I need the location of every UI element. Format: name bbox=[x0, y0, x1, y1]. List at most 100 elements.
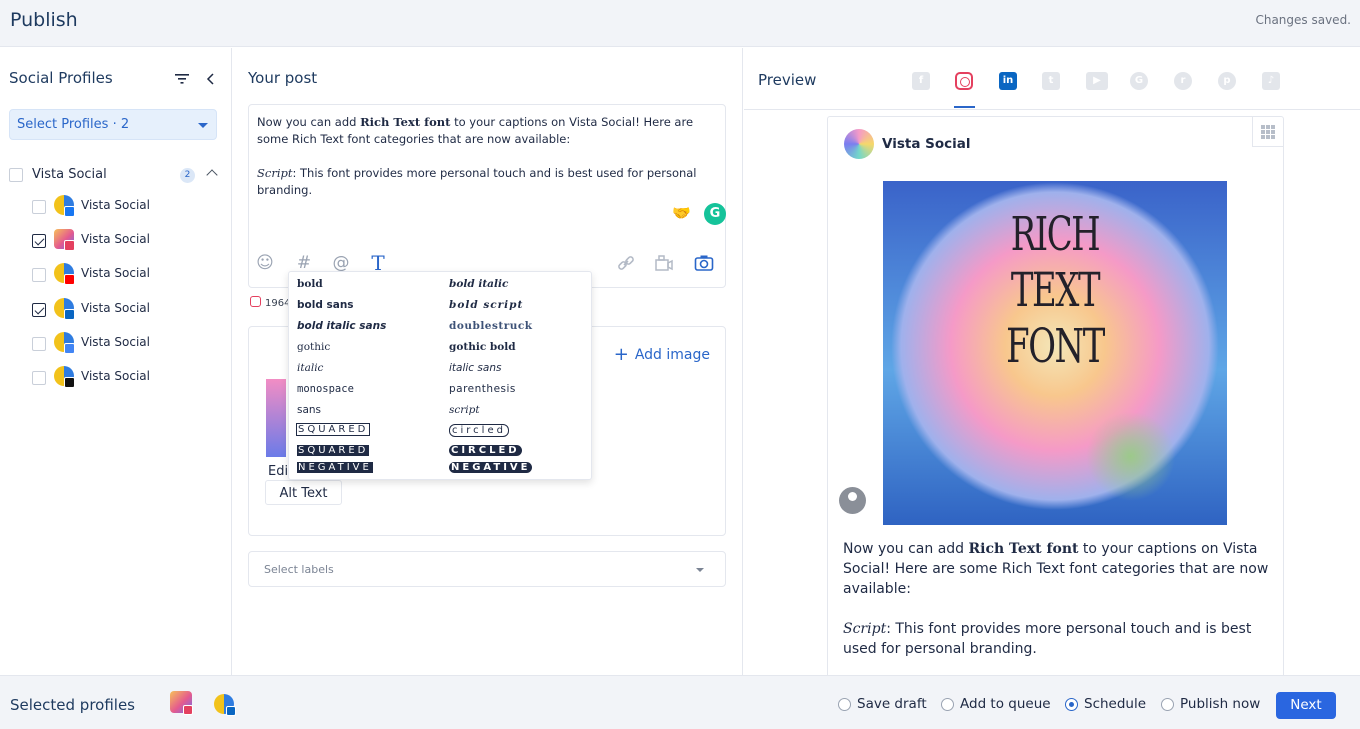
filter-icon[interactable] bbox=[174, 72, 190, 86]
labels-select[interactable]: Select labels bbox=[248, 551, 726, 587]
profile-checkbox[interactable] bbox=[32, 371, 46, 385]
font-option-script[interactable]: script bbox=[449, 404, 480, 416]
image-thumbnail[interactable] bbox=[266, 379, 286, 457]
camera-icon[interactable] bbox=[694, 253, 714, 273]
tiktok-icon[interactable]: ♪ bbox=[1262, 72, 1280, 90]
grammarly-icon[interactable]: G bbox=[704, 203, 726, 225]
profile-checkbox[interactable] bbox=[32, 234, 46, 248]
profile-checkbox[interactable] bbox=[32, 337, 46, 351]
font-option-bold-italic-sans[interactable]: bold italic sans bbox=[297, 320, 386, 332]
font-option-sans[interactable]: sans bbox=[297, 404, 321, 416]
alt-text-button[interactable]: Alt Text bbox=[265, 480, 342, 505]
linkedin-icon[interactable]: in bbox=[999, 72, 1017, 90]
profile-name: Vista Social bbox=[81, 198, 150, 212]
profile-row-google[interactable]: Vista Social bbox=[32, 332, 222, 356]
font-option-gothic[interactable]: gothic bbox=[297, 341, 330, 353]
font-option-circled-negative-2[interactable]: NEGATIVE bbox=[449, 462, 533, 473]
add-image-button[interactable]: + Add image bbox=[614, 344, 710, 365]
preview-caption: Now you can add Rich Text font to your c… bbox=[843, 541, 1269, 657]
handshake-emoji-icon[interactable]: 🤝 bbox=[672, 204, 694, 222]
font-option-parenthesis[interactable]: parenthesis bbox=[449, 383, 516, 395]
youtube-icon[interactable]: ▶ bbox=[1086, 72, 1108, 90]
profile-row-linkedin[interactable]: Vista Social bbox=[32, 298, 222, 322]
tiktok-icon bbox=[64, 377, 75, 388]
publish-now-radio[interactable] bbox=[1161, 698, 1174, 711]
save-status: Changes saved. bbox=[1255, 13, 1351, 27]
caret-down-icon bbox=[198, 123, 208, 128]
font-option-doublestruck[interactable]: doublestruck bbox=[449, 320, 533, 332]
facebook-icon[interactable]: f bbox=[912, 72, 930, 90]
profile-name: Vista Social bbox=[81, 335, 150, 349]
grid-icon[interactable] bbox=[1252, 117, 1283, 147]
post-editor[interactable]: Now you can add Rich Text font to your c… bbox=[248, 104, 726, 288]
publish-now-label[interactable]: Publish now bbox=[1180, 696, 1260, 712]
font-option-bold-sans[interactable]: bold sans bbox=[297, 299, 354, 311]
font-option-bold-italic[interactable]: bold italic bbox=[449, 278, 508, 290]
hashtag-icon[interactable]: # bbox=[294, 253, 314, 273]
instagram-icon bbox=[250, 296, 261, 307]
font-option-monospace[interactable]: monospace bbox=[297, 383, 354, 395]
preview-title: Preview bbox=[758, 71, 817, 89]
instagram-icon[interactable] bbox=[955, 72, 973, 90]
pinterest-icon[interactable]: p bbox=[1218, 72, 1236, 90]
selected-profiles-label: Selected profiles bbox=[10, 696, 135, 714]
emoji-icon[interactable]: ☺ bbox=[255, 253, 275, 273]
font-option-italic[interactable]: italic bbox=[297, 362, 323, 374]
google-business-icon bbox=[64, 343, 75, 354]
select-profiles-dropdown[interactable]: Select Profiles · 2 bbox=[9, 109, 217, 140]
character-count: 1964 bbox=[250, 296, 290, 309]
font-option-bold-script[interactable]: bold script bbox=[449, 299, 523, 311]
profile-checkbox[interactable] bbox=[32, 200, 46, 214]
profile-name: Vista Social bbox=[81, 266, 150, 280]
profile-checkbox[interactable] bbox=[32, 303, 46, 317]
active-tab-indicator bbox=[954, 106, 975, 108]
font-option-circled-negative[interactable]: CIRCLED bbox=[449, 445, 522, 456]
font-option-squared[interactable]: SQUARED bbox=[295, 423, 371, 436]
profile-name: Vista Social bbox=[81, 369, 150, 383]
edit-image-button[interactable]: Edi bbox=[268, 464, 288, 479]
add-to-queue-radio[interactable] bbox=[941, 698, 954, 711]
add-to-queue-label[interactable]: Add to queue bbox=[960, 696, 1051, 712]
font-option-squared-negative[interactable]: SQUARED bbox=[297, 445, 370, 456]
profile-checkbox[interactable] bbox=[32, 268, 46, 282]
caret-down-icon bbox=[696, 568, 704, 572]
font-option-negative[interactable]: NEGATIVE bbox=[297, 462, 373, 473]
divider bbox=[744, 109, 1360, 110]
group-checkbox[interactable] bbox=[9, 168, 23, 182]
preview-panel: Preview f in t ▶ G r p ♪ Vista Social RI… bbox=[744, 48, 1360, 696]
media-library-icon[interactable] bbox=[654, 253, 674, 273]
profile-row-instagram[interactable]: Vista Social bbox=[32, 229, 222, 253]
text-format-icon[interactable]: T bbox=[368, 253, 388, 273]
account-name: Vista Social bbox=[882, 136, 971, 152]
font-option-gothic-bold[interactable]: gothic bold bbox=[449, 341, 516, 353]
plus-icon: + bbox=[613, 344, 629, 365]
save-draft-label[interactable]: Save draft bbox=[857, 696, 927, 712]
font-option-circled[interactable]: circled bbox=[449, 424, 509, 437]
chevron-up-icon[interactable] bbox=[206, 169, 218, 181]
reddit-icon[interactable]: r bbox=[1174, 72, 1192, 90]
group-name: Vista Social bbox=[32, 167, 107, 182]
link-icon[interactable] bbox=[616, 253, 636, 273]
profile-group[interactable]: Vista Social 2 bbox=[9, 167, 221, 187]
youtube-icon bbox=[64, 274, 75, 285]
post-text[interactable]: Now you can add Rich Text font to your c… bbox=[257, 114, 719, 199]
facebook-icon bbox=[64, 206, 75, 217]
schedule-label[interactable]: Schedule bbox=[1084, 696, 1146, 712]
chevron-left-icon[interactable] bbox=[204, 72, 218, 86]
profile-row-tiktok[interactable]: Vista Social bbox=[32, 366, 222, 390]
instagram-icon bbox=[183, 705, 193, 715]
twitter-icon[interactable]: t bbox=[1042, 72, 1060, 90]
save-draft-radio[interactable] bbox=[838, 698, 851, 711]
profile-row-facebook[interactable]: Vista Social bbox=[32, 195, 222, 219]
profile-row-youtube[interactable]: Vista Social bbox=[32, 263, 222, 287]
font-option-italic-sans[interactable]: italic sans bbox=[449, 362, 501, 374]
font-option-bold[interactable]: bold bbox=[297, 278, 323, 290]
profile-name: Vista Social bbox=[81, 301, 150, 315]
google-icon[interactable]: G bbox=[1130, 72, 1148, 90]
labels-placeholder: Select labels bbox=[264, 563, 334, 576]
schedule-radio[interactable] bbox=[1065, 698, 1078, 711]
panel-title: Social Profiles bbox=[9, 69, 113, 87]
compose-title: Your post bbox=[248, 69, 318, 87]
mention-icon[interactable]: @ bbox=[331, 253, 351, 273]
next-button[interactable]: Next bbox=[1276, 692, 1336, 719]
